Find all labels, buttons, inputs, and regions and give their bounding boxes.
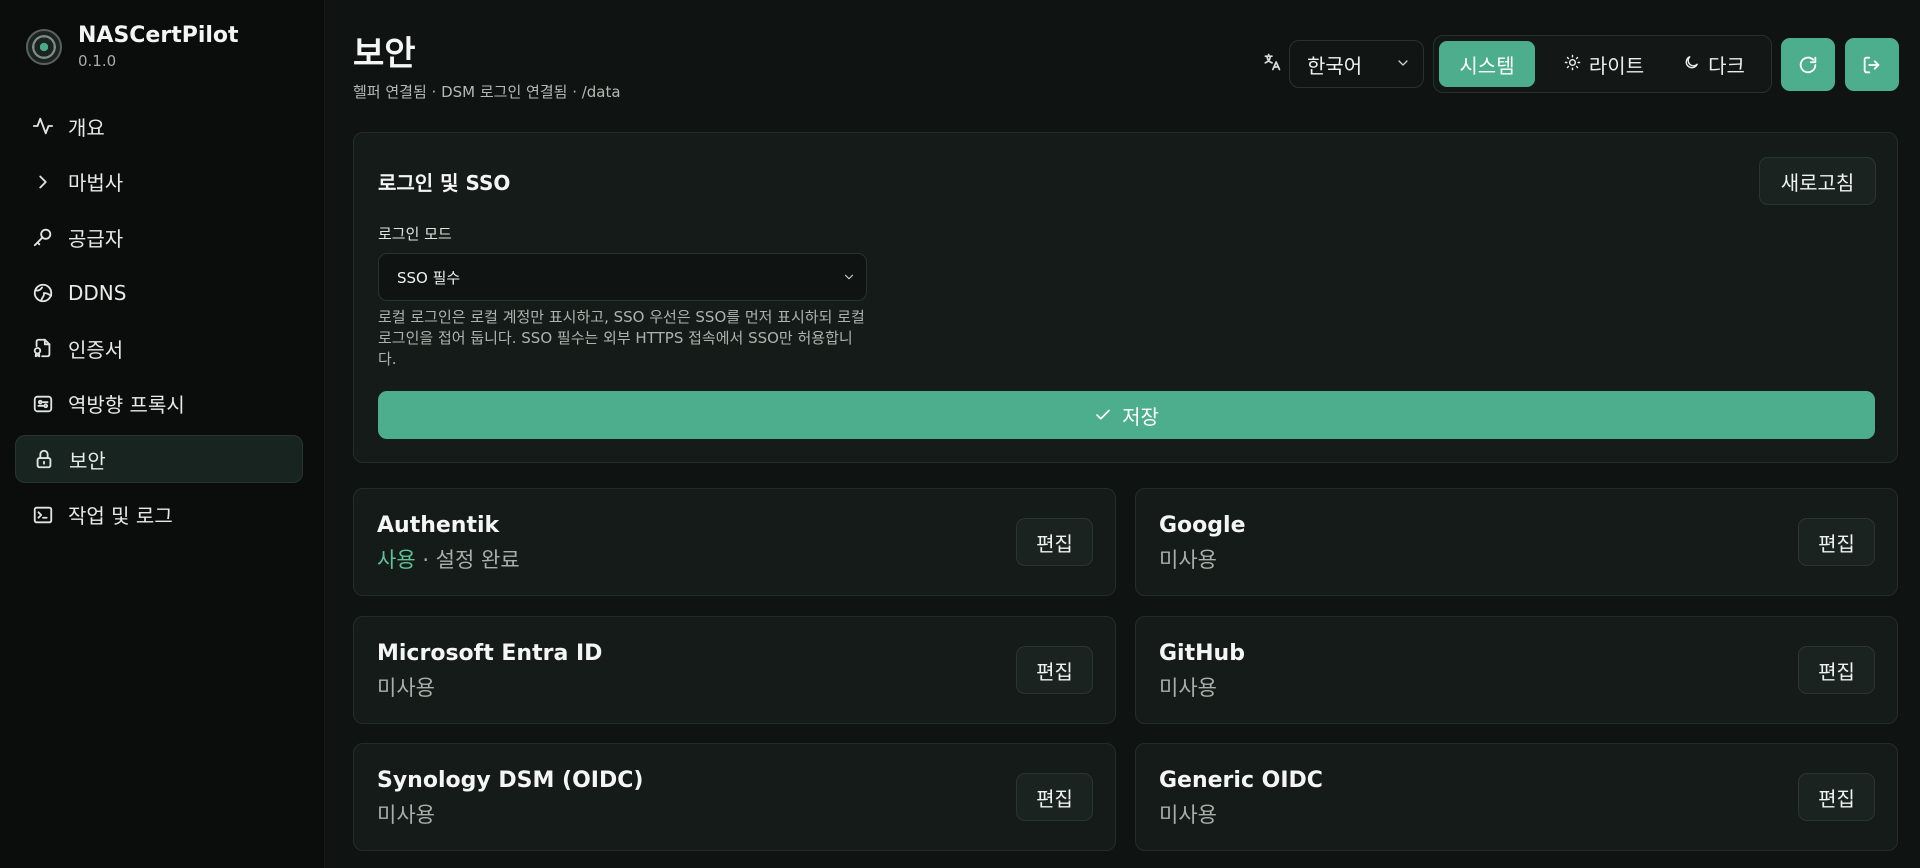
moon-icon bbox=[1683, 54, 1700, 75]
edit-button[interactable]: 편집 bbox=[1016, 518, 1093, 566]
provider-name: Google bbox=[1159, 513, 1246, 538]
sidebar-item-jobs-logs[interactable]: 작업 및 로그 bbox=[15, 491, 303, 539]
card-title: 로그인 및 SSO bbox=[378, 171, 511, 195]
provider-card-github: GitHub 미사용 편집 bbox=[1135, 616, 1898, 724]
sidebar-item-label: 개요 bbox=[68, 115, 105, 140]
chevron-down-icon bbox=[1398, 60, 1408, 66]
provider-card-generic-oidc: Generic OIDC 미사용 편집 bbox=[1135, 743, 1898, 851]
connection-status: 헬퍼 연결됨 · DSM 로그인 연결됨 · /data bbox=[353, 83, 621, 101]
provider-card-authentik: Authentik 사용 · 설정 완료 편집 bbox=[353, 488, 1116, 596]
sidebar-item-label: 공급자 bbox=[68, 226, 124, 251]
sidebar-item-providers[interactable]: 공급자 bbox=[15, 213, 303, 261]
language-value: 한국어 bbox=[1307, 53, 1363, 78]
sidebar-item-certificates[interactable]: 인증서 bbox=[15, 324, 303, 372]
edit-button[interactable]: 편집 bbox=[1016, 773, 1093, 821]
login-mode-select[interactable]: SSO 필수 bbox=[378, 253, 867, 301]
proxy-icon bbox=[32, 393, 54, 415]
theme-toggle: 시스템 라이트 다크 bbox=[1433, 35, 1772, 93]
sidebar-nav: 개요 마법사 공급자 DDNS 인증서 역방향 프록시 보안 작업 및 로그 bbox=[15, 102, 303, 546]
sidebar-item-ddns[interactable]: DDNS bbox=[15, 269, 303, 317]
provider-status: 미사용 bbox=[377, 676, 435, 700]
theme-system-button[interactable]: 시스템 bbox=[1439, 41, 1535, 87]
app-logo bbox=[26, 29, 62, 65]
logout-icon bbox=[1863, 56, 1880, 73]
sidebar-item-reverse-proxy[interactable]: 역방향 프록시 bbox=[15, 380, 303, 428]
provider-status: 미사용 bbox=[1159, 676, 1217, 700]
provider-status: 미사용 bbox=[377, 803, 435, 827]
sidebar-item-label: 보안 bbox=[69, 448, 106, 473]
translate-icon bbox=[1262, 52, 1282, 72]
sidebar-item-label: DDNS bbox=[68, 280, 127, 305]
sidebar-item-wizard[interactable]: 마법사 bbox=[15, 158, 303, 206]
chevron-right-icon bbox=[32, 171, 54, 193]
provider-status: 미사용 bbox=[1159, 548, 1217, 572]
provider-name: Authentik bbox=[377, 513, 500, 538]
check-icon bbox=[1096, 409, 1110, 420]
sidebar: NASCertPilot 0.1.0 개요 마법사 공급자 DDNS 인증서 역… bbox=[0, 0, 325, 868]
login-sso-card: 로그인 및 SSO 새로고침 로그인 모드 SSO 필수 로컬 로그인은 로컬 … bbox=[353, 132, 1898, 463]
language-select[interactable]: 한국어 bbox=[1289, 40, 1424, 88]
terminal-icon bbox=[32, 504, 54, 526]
provider-enabled-label: 사용 bbox=[377, 548, 416, 572]
logout-button[interactable] bbox=[1845, 38, 1899, 91]
provider-name: Microsoft Entra ID bbox=[377, 641, 603, 666]
refresh-icon bbox=[1799, 56, 1817, 73]
edit-button[interactable]: 편집 bbox=[1798, 773, 1875, 821]
refresh-button[interactable]: 새로고침 bbox=[1759, 157, 1876, 205]
page-title: 보안 bbox=[353, 34, 416, 74]
provider-name: GitHub bbox=[1159, 641, 1245, 666]
reload-button[interactable] bbox=[1781, 38, 1835, 91]
provider-card-synology-dsm: Synology DSM (OIDC) 미사용 편집 bbox=[353, 743, 1116, 851]
provider-name: Generic OIDC bbox=[1159, 768, 1323, 793]
sidebar-item-security[interactable]: 보안 bbox=[15, 435, 303, 483]
provider-card-google: Google 미사용 편집 bbox=[1135, 488, 1898, 596]
globe-icon bbox=[32, 282, 54, 304]
sidebar-item-label: 인증서 bbox=[68, 337, 124, 362]
login-mode-help: 로컬 로그인은 로컬 계정만 표시하고, SSO 우선은 SSO를 먼저 표시하… bbox=[378, 308, 865, 368]
key-icon bbox=[32, 226, 54, 248]
provider-name: Synology DSM (OIDC) bbox=[377, 768, 644, 793]
app-version: 0.1.0 bbox=[78, 52, 117, 70]
chevron-down-icon bbox=[844, 274, 854, 280]
lock-icon bbox=[33, 448, 55, 470]
login-mode-value: SSO 필수 bbox=[397, 268, 461, 287]
brand: NASCertPilot 0.1.0 bbox=[26, 24, 239, 70]
edit-button[interactable]: 편집 bbox=[1798, 646, 1875, 694]
sidebar-item-label: 작업 및 로그 bbox=[68, 504, 173, 528]
provider-status: 사용 · 설정 완료 bbox=[377, 548, 520, 572]
sidebar-item-overview[interactable]: 개요 bbox=[15, 102, 303, 150]
theme-dark-button[interactable]: 다크 bbox=[1669, 41, 1759, 87]
sun-icon bbox=[1564, 54, 1581, 75]
save-button[interactable]: 저장 bbox=[378, 391, 1875, 439]
provider-card-microsoft-entra: Microsoft Entra ID 미사용 편집 bbox=[353, 616, 1116, 724]
edit-button[interactable]: 편집 bbox=[1798, 518, 1875, 566]
login-mode-label: 로그인 모드 bbox=[378, 225, 452, 243]
sidebar-item-label: 마법사 bbox=[68, 171, 124, 195]
theme-light-button[interactable]: 라이트 bbox=[1553, 41, 1655, 87]
provider-status: 미사용 bbox=[1159, 803, 1217, 827]
activity-icon bbox=[32, 115, 54, 137]
app-title: NASCertPilot bbox=[78, 23, 239, 48]
sidebar-item-label: 역방향 프록시 bbox=[68, 393, 185, 417]
file-certificate-icon bbox=[32, 337, 54, 359]
edit-button[interactable]: 편집 bbox=[1016, 646, 1093, 694]
